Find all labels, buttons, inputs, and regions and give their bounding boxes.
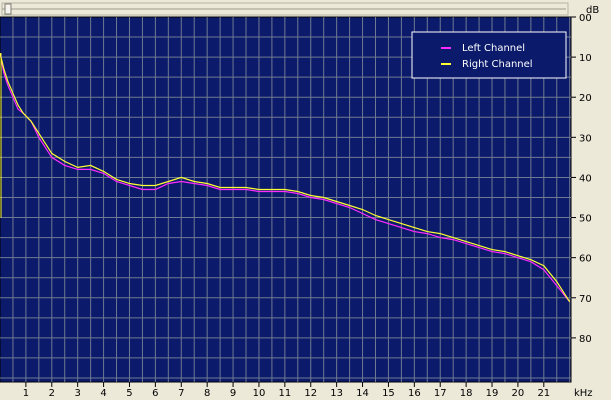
x-tick-label: 12 — [304, 388, 317, 399]
legend-box — [411, 31, 567, 79]
legend-label-left-channel: Left Channel — [462, 43, 525, 54]
frequency-spectrum-chart: dB kHz 001020304050607080 1 2 3 4 5 6 7 8 9 10 11 1… — [0, 2, 599, 399]
y-tick-label: 20 — [579, 93, 592, 104]
x-tick-label: 1 — [23, 388, 29, 399]
x-tick-label: 10 — [253, 388, 266, 399]
x-axis-unit: kHz — [574, 388, 593, 399]
x-tick-label: 18 — [460, 388, 473, 399]
y-tick-label: 30 — [579, 133, 592, 144]
y-tick-label: 60 — [579, 254, 592, 265]
x-tick-label: 14 — [356, 388, 369, 399]
y-tick-labels: 00 10 20 30 40 50 60 70 80 — [571, 13, 592, 345]
x-tick-label: 4 — [100, 388, 106, 399]
spectrum-analyzer-window: dB kHz 00 10 20 30 40 50 60 70 80 1 2 3 4 5 6 7 8 9 10 11 1… — [0, 0, 611, 400]
x-tick-label: 8 — [204, 388, 210, 399]
legend: Left Channel Right Channel — [411, 31, 567, 79]
legend-label-right-channel: Right Channel — [462, 59, 533, 70]
y-tick-label: 80 — [579, 334, 592, 345]
x-tick-labels: 1 2 3 4 5 6 7 8 9 10 11 12 13 14 15 16 17 18 19 20 21 — [23, 382, 550, 399]
x-tick-label: 19 — [486, 388, 499, 399]
x-tick-label: 9 — [230, 388, 236, 399]
y-tick-label: 40 — [579, 173, 592, 184]
x-tick-label: 15 — [382, 388, 395, 399]
x-tick-label: 13 — [330, 388, 343, 399]
x-tick-label: 3 — [74, 388, 80, 399]
x-tick-label: 21 — [537, 388, 550, 399]
y-tick-label: 10 — [579, 53, 592, 64]
x-tick-label: 6 — [152, 388, 158, 399]
scroll-thumb[interactable] — [4, 3, 12, 15]
x-tick-label: 7 — [178, 388, 184, 399]
x-tick-label: 11 — [278, 388, 291, 399]
y-tick-label: 70 — [579, 294, 592, 305]
x-tick-label: 16 — [408, 388, 421, 399]
x-tick-label: 17 — [434, 388, 447, 399]
x-tick-label: 20 — [512, 388, 525, 399]
y-tick-label: 50 — [579, 214, 592, 225]
x-tick-label: 2 — [49, 388, 55, 399]
x-tick-label: 5 — [126, 388, 132, 399]
y-tick-label: 00 — [579, 13, 592, 24]
